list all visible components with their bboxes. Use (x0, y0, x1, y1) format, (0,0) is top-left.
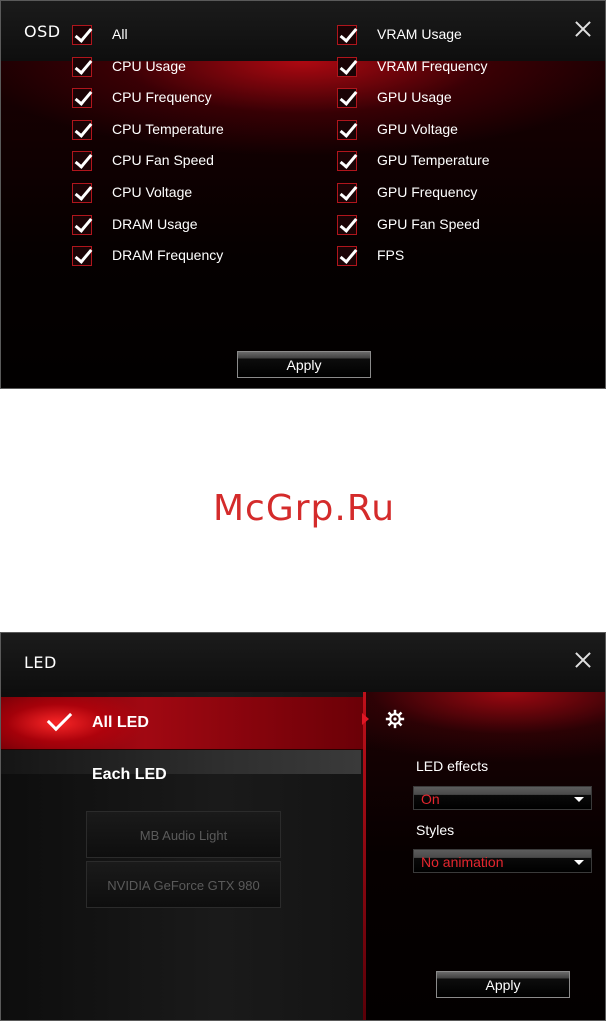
nav-item-label: Each LED (92, 766, 167, 783)
led-apply-button[interactable]: Apply (436, 971, 570, 998)
close-icon[interactable] (573, 650, 593, 670)
device-button-gpu: NVIDIA GeForce GTX 980 (86, 861, 281, 908)
checkbox-icon[interactable] (337, 88, 357, 109)
checkbox-icon[interactable] (337, 246, 357, 267)
checkbox-icon[interactable] (337, 182, 357, 203)
osd-item-label: VRAM Frequency (377, 57, 488, 74)
checkbox-icon[interactable] (337, 25, 357, 45)
checkbox-icon[interactable] (72, 56, 92, 77)
styles-select[interactable]: No animation (413, 849, 592, 873)
styles-label: Styles (416, 822, 455, 838)
osd-item-label: All (112, 26, 128, 42)
osd-window: OSD All CPU Usage CPU Frequency CPU Temp… (0, 0, 606, 389)
nav-item-each-led[interactable]: Each LED (1, 750, 361, 783)
osd-item-label: CPU Usage (112, 57, 186, 74)
checkbox-icon[interactable] (72, 119, 92, 140)
gear-icon[interactable] (385, 709, 405, 729)
checkbox-icon[interactable] (72, 246, 92, 267)
checkbox-icon[interactable] (337, 214, 357, 235)
osd-item-label: CPU Temperature (112, 120, 224, 137)
osd-item-label: GPU Temperature (377, 152, 490, 169)
nav-item-label: All LED (92, 714, 149, 731)
checkbox-icon[interactable] (72, 25, 92, 45)
checkbox-icon[interactable] (337, 151, 357, 172)
watermark: McGrp.Ru (212, 488, 396, 529)
led-effects-label: LED effects (416, 758, 489, 774)
device-button-mb-audio-light: MB Audio Light (86, 811, 281, 858)
osd-item-label: DRAM Usage (112, 215, 198, 232)
checkbox-icon[interactable] (72, 214, 92, 235)
checkbox-icon[interactable] (72, 182, 92, 203)
styles-value: No animation (421, 854, 504, 870)
led-window: LED All LED Each LED MB Audio Light NVID… (0, 632, 606, 1021)
checkbox-icon[interactable] (72, 151, 92, 172)
checkbox-icon[interactable] (337, 56, 357, 77)
osd-item-label: GPU Fan Speed (377, 215, 480, 232)
osd-title: OSD (24, 22, 61, 41)
osd-item-label: CPU Frequency (112, 89, 212, 106)
osd-item-label: GPU Usage (377, 89, 452, 106)
checkbox-icon[interactable] (337, 119, 357, 140)
close-icon[interactable] (573, 19, 593, 39)
osd-item-label: GPU Voltage (377, 120, 458, 137)
osd-item-label: CPU Voltage (112, 183, 193, 200)
selection-arrow-icon (362, 713, 369, 725)
led-effects-value: On (421, 791, 440, 807)
nav-item-all-led[interactable]: All LED (1, 697, 363, 750)
osd-item-label: CPU Fan Speed (112, 152, 214, 169)
osd-item-label: FPS (377, 247, 405, 264)
check-icon (46, 705, 73, 732)
led-effects-select[interactable]: On (413, 786, 592, 810)
checkbox-icon[interactable] (72, 88, 92, 109)
led-title: LED (24, 653, 57, 672)
osd-apply-button[interactable]: Apply (237, 351, 371, 378)
chevron-down-icon (574, 860, 584, 865)
led-titlebar: LED (1, 633, 605, 692)
osd-item-label: VRAM Usage (377, 26, 462, 42)
osd-item-label: GPU Frequency (377, 183, 478, 200)
osd-item-label: DRAM Frequency (112, 247, 224, 264)
chevron-down-icon (574, 797, 584, 802)
